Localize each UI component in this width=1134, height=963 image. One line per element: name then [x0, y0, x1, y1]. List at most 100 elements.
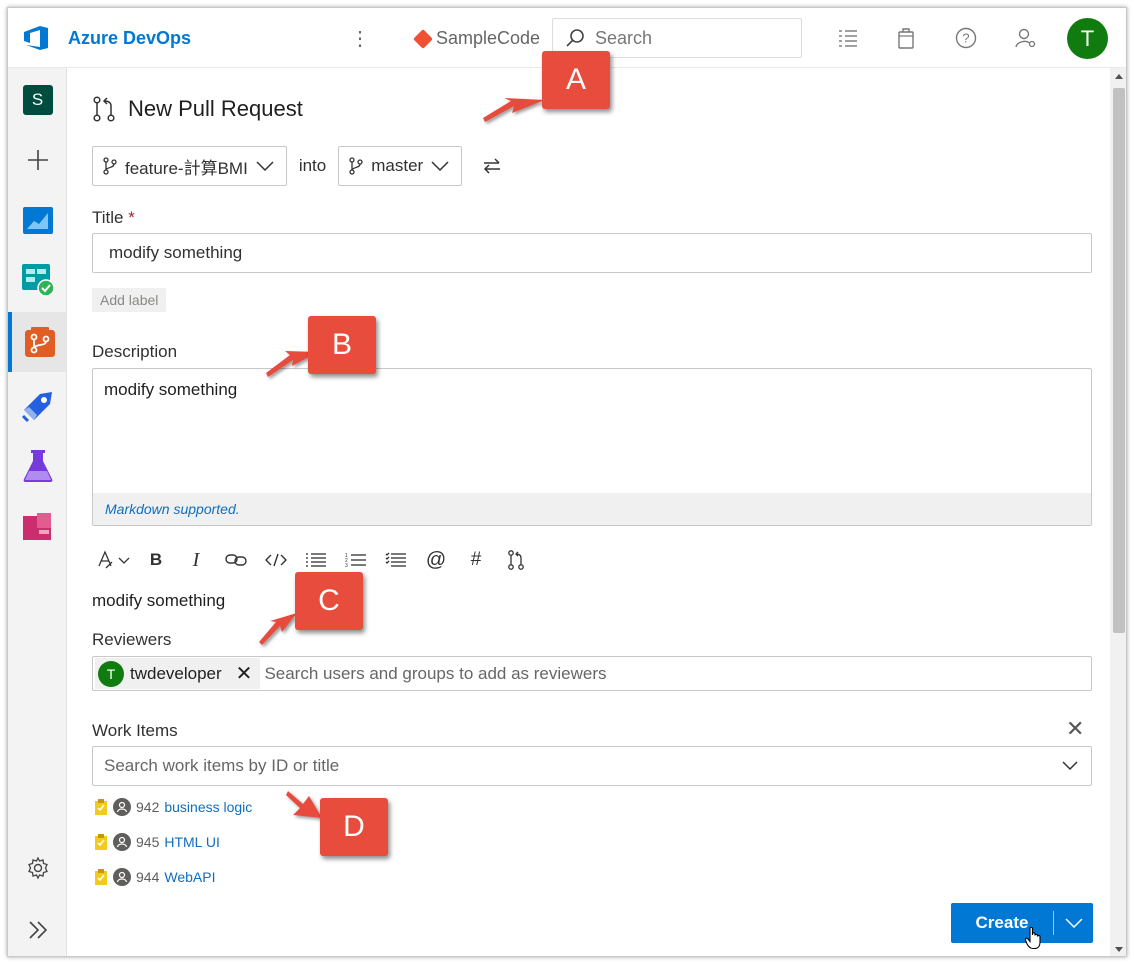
nav-project-settings[interactable]	[8, 840, 67, 896]
hand-cursor-icon	[1024, 926, 1041, 950]
reviewers-label: Reviewers	[92, 630, 172, 649]
pr-link-button[interactable]	[496, 548, 536, 572]
checklist-button[interactable]	[376, 548, 416, 572]
numbered-list-button[interactable]: 123	[336, 548, 376, 572]
chevron-down-icon	[256, 161, 274, 171]
more-options-icon[interactable]: ⋮	[350, 26, 370, 51]
work-item-link-button[interactable]: #	[456, 548, 496, 572]
link-icon	[225, 554, 247, 566]
description-text: modify something	[104, 380, 238, 399]
formatting-toolbar: B I 123 @ #	[92, 548, 536, 572]
user-avatar[interactable]: T	[1067, 18, 1108, 59]
description-textarea[interactable]: modify something Markdown supported.	[92, 368, 1092, 526]
work-item-id: 942	[136, 799, 160, 815]
task-list-icon[interactable]	[836, 26, 860, 50]
page-header: New Pull Request	[92, 96, 303, 122]
at-icon: @	[425, 548, 447, 571]
brand-name[interactable]: Azure DevOps	[68, 28, 191, 49]
reviewer-name: twdeveloper	[130, 663, 222, 683]
artifacts-icon	[22, 513, 51, 540]
work-item-link[interactable]: business logic	[164, 799, 252, 815]
reviewers-picker[interactable]: T twdeveloper ✕ Search users and groups …	[92, 656, 1092, 691]
chevron-down-icon	[431, 161, 449, 171]
reviewer-avatar: T	[98, 660, 124, 687]
work-item-link[interactable]: WebAPI	[164, 869, 215, 885]
nav-boards[interactable]	[8, 252, 67, 308]
bold-button[interactable]: B	[136, 548, 176, 572]
project-selector[interactable]: SampleCode	[413, 28, 540, 49]
azure-devops-logo-icon[interactable]	[22, 24, 54, 52]
work-item: 942 business logic	[94, 798, 252, 816]
create-options-dropdown[interactable]	[1054, 918, 1093, 928]
add-label-button[interactable]: Add label	[92, 288, 167, 312]
nav-repos[interactable]	[8, 312, 67, 372]
scroll-down-icon[interactable]	[1114, 946, 1124, 954]
reviewer-chip: T twdeveloper ✕	[95, 658, 261, 689]
branch-icon	[103, 157, 117, 175]
italic-button[interactable]: I	[176, 548, 216, 572]
callout-a: A	[542, 51, 610, 109]
bulleted-list-button[interactable]	[296, 548, 336, 572]
overview-icon	[22, 207, 53, 234]
help-icon[interactable]: ?	[954, 26, 978, 50]
repos-icon	[24, 327, 55, 357]
task-clipboard-icon	[95, 799, 107, 815]
italic-icon: I	[192, 548, 200, 571]
target-branch-dropdown[interactable]: master	[338, 146, 463, 186]
numbered-list-icon: 123	[345, 553, 366, 568]
git-icon	[413, 28, 433, 49]
source-branch-dropdown[interactable]: feature-計算BMI	[92, 146, 287, 186]
left-navigation: S	[8, 68, 67, 956]
work-item-id: 945	[136, 834, 160, 850]
search-placeholder: Search	[595, 27, 653, 48]
test-plans-icon	[23, 450, 52, 482]
main-content: New Pull Request feature-計算BMI into mast…	[68, 68, 1108, 956]
checklist-icon	[385, 552, 406, 567]
scroll-up-icon[interactable]	[1114, 72, 1124, 80]
scrollbar-thumb[interactable]	[1113, 88, 1125, 633]
search-icon	[566, 29, 584, 47]
unassigned-user-icon	[113, 868, 131, 886]
nav-overview[interactable]	[8, 192, 67, 248]
text-style-button[interactable]	[92, 548, 136, 572]
title-input[interactable]: modify something	[92, 233, 1092, 273]
vertical-scrollbar[interactable]	[1110, 68, 1126, 956]
create-button-group: Create	[951, 903, 1093, 943]
nav-expand[interactable]	[8, 902, 67, 956]
code-button[interactable]	[256, 548, 296, 572]
hash-icon: #	[470, 549, 482, 570]
nav-pipelines[interactable]	[8, 378, 67, 434]
swap-branches-icon[interactable]	[482, 157, 502, 175]
plus-icon	[27, 150, 48, 170]
work-items-label: Work Items	[92, 721, 178, 740]
title-label: Title *	[92, 208, 135, 228]
nav-test-plans[interactable]	[8, 438, 67, 494]
pull-request-icon	[93, 96, 115, 122]
nav-new[interactable]	[8, 132, 67, 188]
callout-b: B	[308, 316, 376, 374]
gear-icon	[27, 856, 48, 880]
nav-project[interactable]: S	[8, 72, 67, 128]
user-settings-icon[interactable]	[1014, 26, 1038, 50]
description-label: Description	[92, 342, 178, 361]
branch-icon	[349, 157, 363, 175]
link-button[interactable]	[216, 548, 256, 572]
app-window: Azure DevOps ⋮ SampleCode Search ? T S N…	[7, 7, 1127, 957]
close-icon[interactable]: ✕	[1066, 716, 1084, 742]
work-item: 944 WebAPI	[94, 868, 215, 886]
reviewers-search-placeholder[interactable]: Search users and groups to add as review…	[264, 664, 606, 684]
double-chevron-right-icon	[28, 921, 47, 939]
svg-text:?: ?	[962, 31, 969, 46]
pull-request-icon	[508, 550, 524, 570]
bulleted-list-icon	[306, 553, 326, 567]
work-item-link[interactable]: HTML UI	[164, 834, 219, 850]
marketplace-bag-icon[interactable]	[894, 26, 918, 50]
chevron-down-icon[interactable]	[1061, 756, 1079, 776]
mention-button[interactable]: @	[416, 548, 456, 572]
nav-artifacts[interactable]	[8, 498, 67, 554]
text-style-icon	[98, 550, 130, 569]
remove-reviewer-icon[interactable]: ✕	[236, 661, 253, 686]
branch-selector-row: feature-計算BMI into master	[92, 146, 502, 186]
markdown-hint: Markdown supported.	[93, 493, 1091, 525]
work-items-search[interactable]: Search work items by ID or title	[92, 746, 1092, 786]
